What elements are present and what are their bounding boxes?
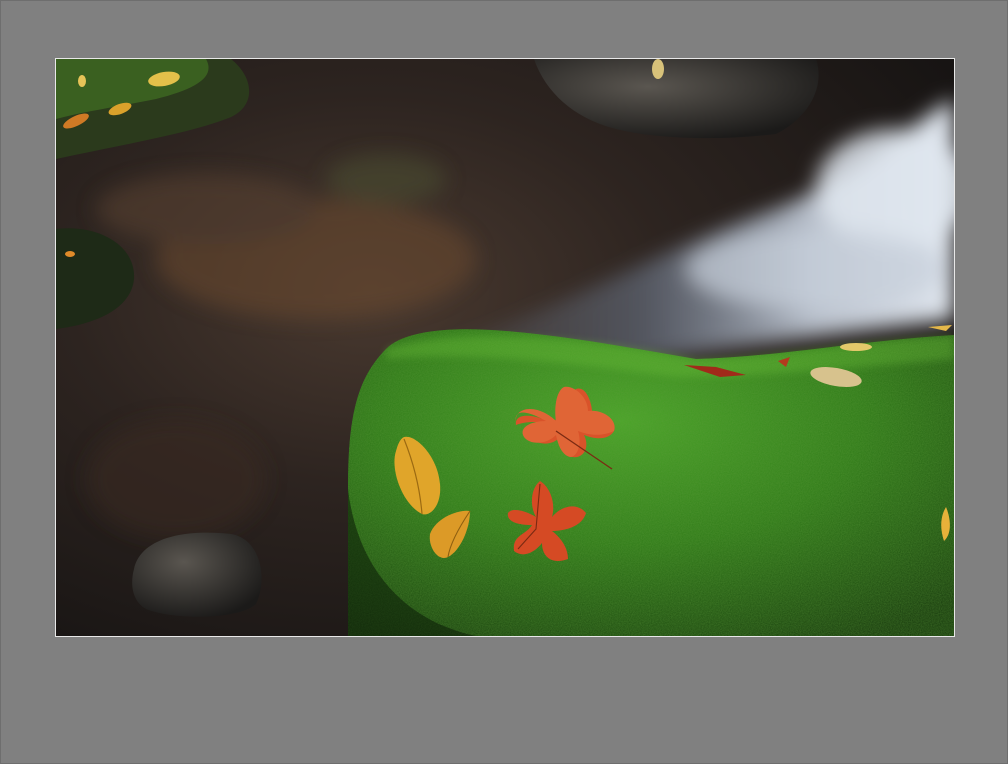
gray-frame — [0, 0, 1008, 764]
stream-photo-illustration — [56, 59, 954, 636]
submerged-stone — [132, 532, 262, 617]
photo — [55, 58, 955, 637]
